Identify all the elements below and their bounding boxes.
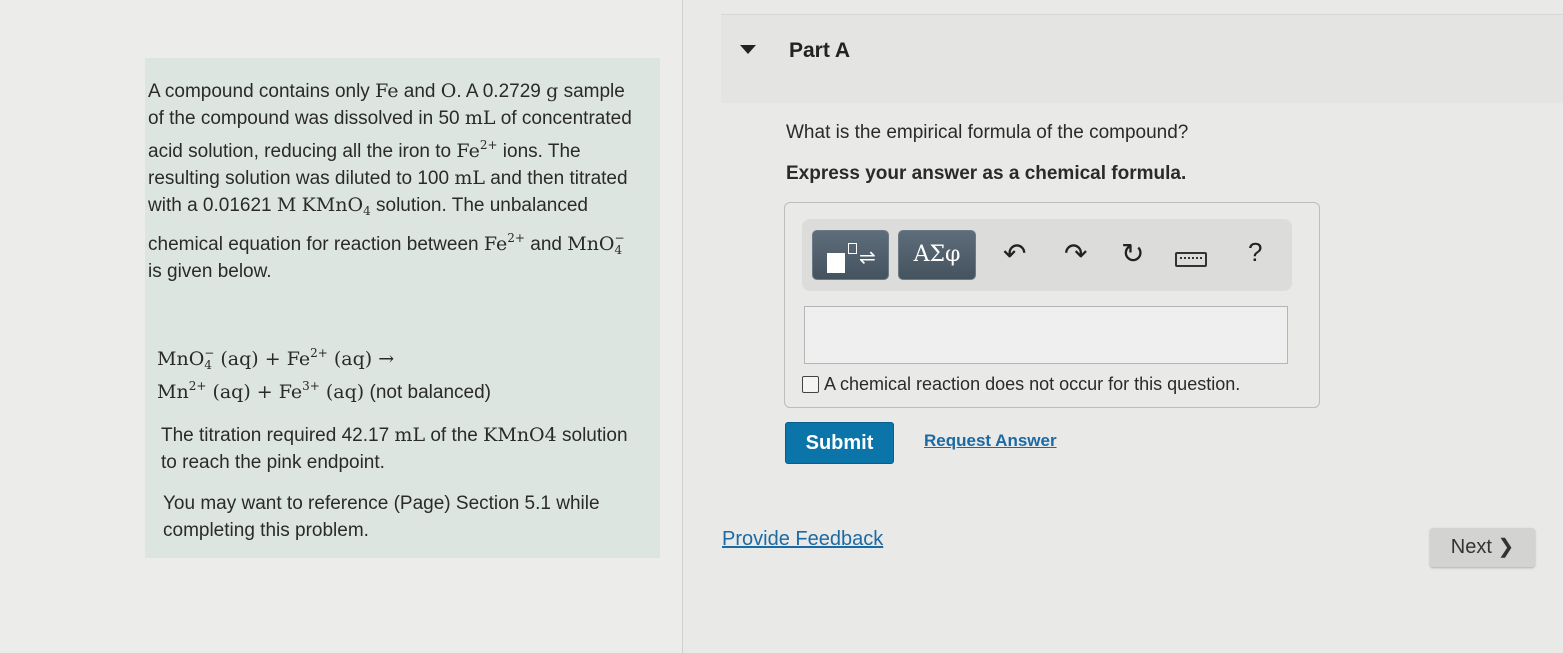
text: is given below. bbox=[148, 261, 272, 282]
text: of the bbox=[425, 425, 484, 446]
text: The titration required 42.17 bbox=[161, 425, 395, 446]
text: . A 0.2729 bbox=[456, 81, 547, 102]
problem-statement: A compound contains only Fe and O. A 0.2… bbox=[145, 58, 660, 558]
text: A compound contains only bbox=[148, 81, 376, 102]
subscript: 4 bbox=[204, 358, 212, 372]
text: MnO bbox=[157, 348, 205, 370]
text: mL bbox=[464, 107, 496, 129]
subscript: 4 bbox=[363, 204, 371, 218]
template-box-icon bbox=[827, 253, 845, 273]
charge: 2+ bbox=[507, 231, 525, 245]
keyboard-icon[interactable] bbox=[1175, 252, 1207, 267]
text: M bbox=[276, 194, 297, 216]
caret-down-icon[interactable] bbox=[740, 45, 756, 54]
text: g bbox=[546, 80, 559, 102]
equilibrium-arrows-icon: ⇌ bbox=[859, 247, 876, 269]
problem-paragraph-intro: A compound contains only Fe and O. A 0.2… bbox=[148, 78, 633, 285]
instruction-text: Express your answer as a chemical formul… bbox=[786, 163, 1187, 184]
text: (not balanced) bbox=[364, 382, 491, 403]
text: Fe bbox=[375, 80, 399, 102]
charge: 3+ bbox=[302, 379, 320, 393]
charge: 2+ bbox=[188, 379, 207, 393]
no-reaction-label: A chemical reaction does not occur for t… bbox=[824, 374, 1241, 394]
text: KMnO4 bbox=[483, 424, 557, 446]
text: O bbox=[440, 80, 457, 102]
charge: 2+ bbox=[310, 346, 328, 360]
templates-button[interactable]: ⇌ bbox=[812, 230, 889, 280]
text: (aq) + Fe bbox=[206, 381, 303, 403]
no-reaction-checkbox[interactable] bbox=[802, 376, 819, 393]
request-answer-link[interactable]: Request Answer bbox=[924, 431, 1057, 451]
problem-paragraph-reference: You may want to reference (Page) Section… bbox=[163, 493, 600, 541]
part-title: Part A bbox=[789, 39, 851, 62]
answer-box: ⇌ ΑΣφ ↶ ↷ ↻ ? A chemical reaction does n… bbox=[784, 202, 1320, 408]
answer-input[interactable] bbox=[804, 306, 1288, 364]
text: KMnO bbox=[301, 194, 364, 216]
charge-subscript: −4 bbox=[615, 232, 625, 256]
provide-feedback-link[interactable]: Provide Feedback bbox=[722, 528, 883, 551]
undo-icon[interactable]: ↶ bbox=[1003, 237, 1026, 270]
text: Fe bbox=[456, 140, 480, 162]
reset-icon[interactable]: ↻ bbox=[1121, 237, 1144, 270]
text: and bbox=[524, 234, 568, 255]
answer-pane: Part A What is the empirical formula of … bbox=[683, 0, 1563, 653]
no-reaction-option[interactable]: A chemical reaction does not occur for t… bbox=[802, 374, 1240, 395]
submit-button[interactable]: Submit bbox=[785, 422, 894, 464]
text: mL bbox=[394, 424, 426, 446]
problem-paragraph-titration: The titration required 42.17 mL of the K… bbox=[161, 422, 631, 476]
text: (aq) bbox=[319, 381, 365, 403]
charge-subscript: −4 bbox=[204, 347, 214, 371]
text: (aq) → bbox=[327, 348, 395, 370]
redo-icon[interactable]: ↷ bbox=[1064, 237, 1087, 270]
greek-symbols-button[interactable]: ΑΣφ bbox=[898, 230, 976, 280]
text: and bbox=[398, 81, 441, 102]
text: mL bbox=[454, 167, 485, 189]
problem-pane: A compound contains only Fe and O. A 0.2… bbox=[0, 0, 683, 653]
question-text: What is the empirical formula of the com… bbox=[786, 122, 1189, 143]
text: MnO bbox=[567, 233, 615, 255]
math-toolbar: ⇌ ΑΣφ ↶ ↷ ↻ ? bbox=[802, 219, 1292, 291]
text: (aq) + Fe bbox=[214, 348, 311, 370]
text: Fe bbox=[483, 233, 508, 255]
part-header[interactable]: Part A bbox=[721, 14, 1563, 103]
next-button[interactable]: Next ❯ bbox=[1430, 528, 1535, 567]
help-icon[interactable]: ? bbox=[1248, 237, 1262, 268]
chemical-equation: MnO− 4 (aq) + Fe2+ (aq) → Mn2+ (aq) + Fe3… bbox=[157, 340, 637, 406]
subscript: 4 bbox=[614, 243, 623, 257]
text: Mn bbox=[157, 381, 189, 403]
charge: 2+ bbox=[479, 138, 498, 152]
template-superscript-icon bbox=[848, 243, 857, 254]
